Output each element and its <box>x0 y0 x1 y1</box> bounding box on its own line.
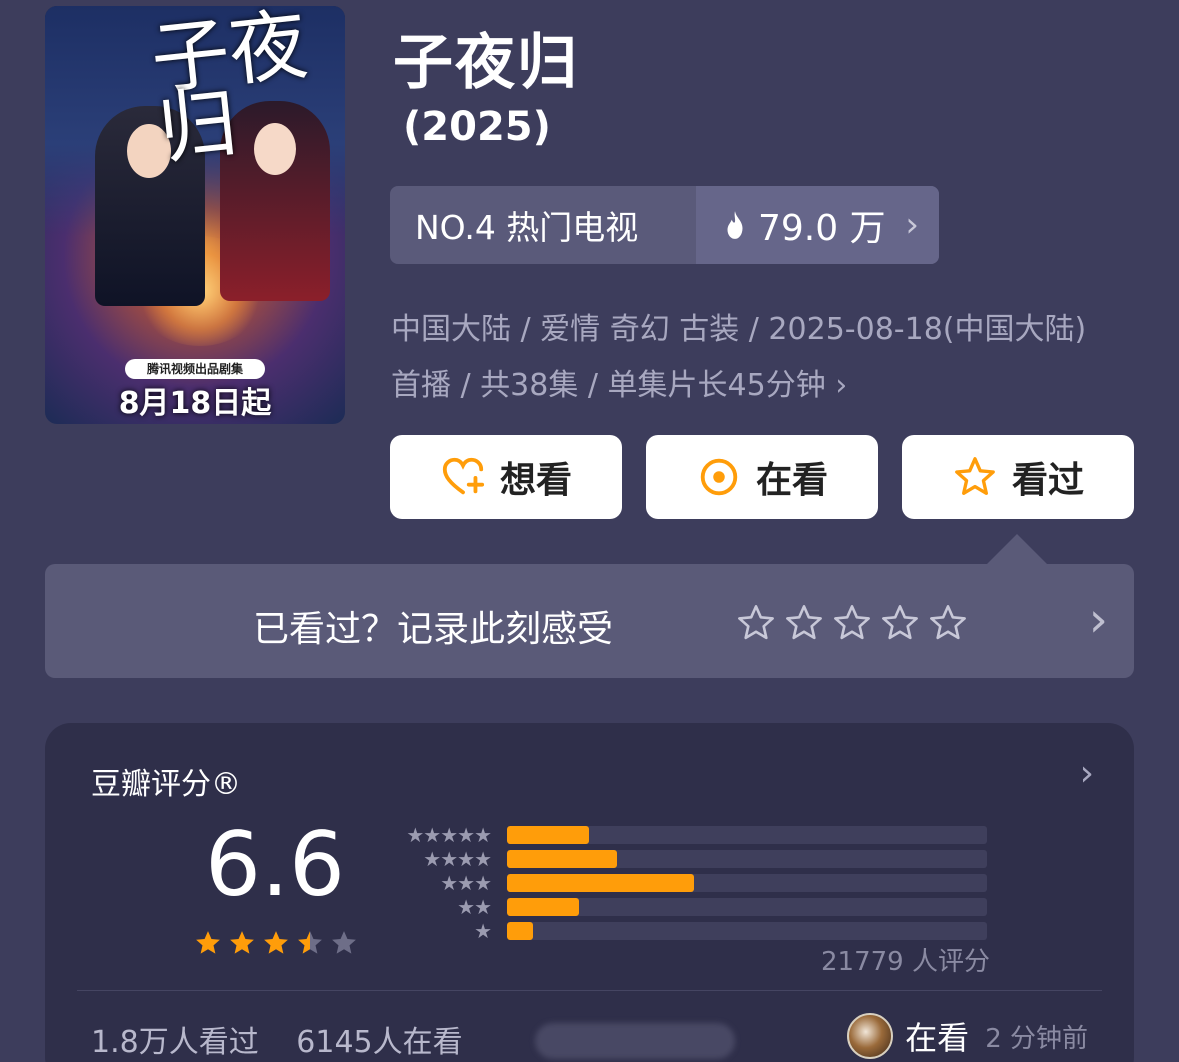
heat-value: 79.0 万 <box>758 208 886 249</box>
star-level-label: ★★ <box>457 895 492 919</box>
action-buttons: 想看 在看 看过 <box>390 435 1134 519</box>
watching-count: 6145人在看 <box>296 1025 463 1060</box>
distribution-track <box>507 874 987 892</box>
watched-label: 看过 <box>1011 460 1084 501</box>
star-outline-icon[interactable] <box>927 602 969 644</box>
star-icon <box>955 457 995 495</box>
score-star-icon <box>196 931 220 954</box>
distribution-bar <box>507 874 695 892</box>
activity-label: 在看 <box>905 1019 970 1057</box>
distribution-bar <box>507 922 534 940</box>
page-title: 子夜归 <box>393 28 579 98</box>
star-level-label: ★★★★ <box>423 847 492 871</box>
distribution-bar <box>507 850 618 868</box>
douban-rating-card[interactable]: 豆瓣评分® › 6.6 ★★★★★ ★★★★ ★★★ ★★ ★ 21779 人评分 1.… <box>45 723 1134 1062</box>
star-level-label: ★★★★★ <box>406 823 492 847</box>
poster-title-art: 子夜归 <box>147 6 312 176</box>
distribution-row: ★★ <box>383 895 987 919</box>
heat-section[interactable]: 79.0 万 › <box>696 186 939 264</box>
distribution-track <box>507 850 987 868</box>
recent-activity[interactable]: 在看 2 分钟前 <box>847 1013 1088 1059</box>
chevron-right-icon: › <box>905 205 919 245</box>
distribution-row: ★ <box>383 919 987 943</box>
star-outline-icon[interactable] <box>735 602 777 644</box>
poster-image[interactable]: 子夜归 腾讯视频出品剧集 8月18日起 <box>45 6 345 424</box>
movie-meta[interactable]: 中国大陆 / 爱情 奇幻 古装 / 2025-08-18(中国大陆) 首播 / … <box>391 302 1111 414</box>
distribution-bar <box>507 826 589 844</box>
distribution-row: ★★★ <box>383 871 987 895</box>
chevron-right-icon[interactable]: › <box>1080 753 1094 794</box>
want-to-watch-label: 想看 <box>499 460 572 501</box>
rating-score: 6.6 <box>205 813 345 916</box>
star-outline-icon[interactable] <box>831 602 873 644</box>
rank-label: NO.4 热门电视 <box>415 208 639 247</box>
record-prompt: 已看过？记录此刻感受 <box>253 609 614 650</box>
rating-stars-input[interactable] <box>735 602 969 644</box>
chevron-right-icon: › <box>1088 592 1108 648</box>
watching-label: 在看 <box>755 460 828 501</box>
distribution-track <box>507 898 987 916</box>
score-star-icon <box>230 931 254 954</box>
score-star-icon <box>332 931 356 954</box>
watched-button[interactable]: 看过 <box>902 435 1134 519</box>
activity-time: 2 分钟前 <box>985 1023 1088 1054</box>
star-outline-icon[interactable] <box>783 602 825 644</box>
score-stars <box>193 928 359 958</box>
distribution-track <box>507 922 987 940</box>
watch-stats[interactable]: 1.8万人看过 6145人在看 <box>91 1017 491 1061</box>
star-level-label: ★★★ <box>440 871 492 895</box>
score-star-icon <box>298 931 322 954</box>
distribution-row: ★★★★ <box>383 847 987 871</box>
meta-text: 中国大陆 / 爱情 奇幻 古装 / 2025-08-18(中国大陆) 首播 / … <box>391 312 1087 403</box>
watched-count: 1.8万人看过 <box>91 1025 259 1060</box>
avatar[interactable] <box>847 1013 894 1059</box>
heart-plus-icon <box>442 457 485 495</box>
chevron-right-icon: › <box>835 368 848 403</box>
distribution-track <box>507 826 987 844</box>
distribution-bar <box>507 898 579 916</box>
distribution-row: ★★★★★ <box>383 823 987 847</box>
blurred-avatars <box>535 1023 735 1059</box>
record-feeling-panel[interactable]: 已看过？记录此刻感受 › <box>45 564 1134 678</box>
star-outline-icon[interactable] <box>879 602 921 644</box>
release-year: (2025) <box>403 104 551 150</box>
score-star-icon <box>264 931 288 954</box>
poster-badge: 腾讯视频出品剧集 <box>125 359 265 379</box>
divider <box>77 990 1102 991</box>
poster-date: 8月18日起 <box>118 386 272 421</box>
rating-distribution: ★★★★★ ★★★★ ★★★ ★★ ★ <box>383 823 987 943</box>
rating-header: 豆瓣评分® <box>91 767 241 802</box>
fire-icon <box>727 211 743 239</box>
popover-pointer <box>987 534 1047 564</box>
want-to-watch-button[interactable]: 想看 <box>390 435 622 519</box>
star-level-label: ★ <box>474 919 492 943</box>
rank-badge[interactable]: NO.4 热门电视 79.0 万 › <box>390 186 939 264</box>
watching-button[interactable]: 在看 <box>646 435 878 519</box>
watching-icon <box>700 458 738 496</box>
rating-count: 21779 人评分 <box>821 947 990 977</box>
